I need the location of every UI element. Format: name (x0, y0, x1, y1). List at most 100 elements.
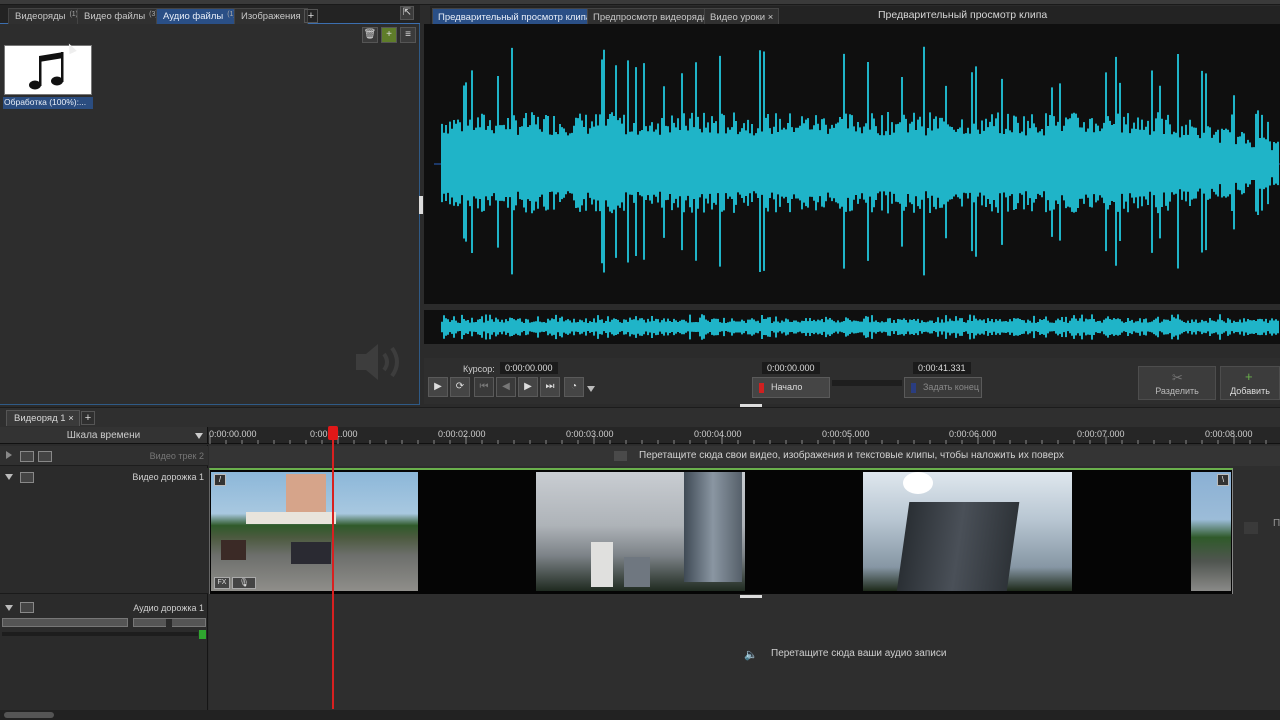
speaker-icon[interactable] (20, 602, 34, 613)
tab-label: Видео файлы (84, 11, 146, 22)
video-clip-street[interactable]: / FX 🎙 (211, 472, 418, 591)
waveform-path (441, 46, 1279, 276)
list-view-icon[interactable]: ≡ (400, 27, 416, 43)
tab-label: Изображения (241, 11, 301, 22)
loop-button[interactable]: ⟳ (450, 377, 470, 397)
video-track-name: Видео дорожка 1 (132, 472, 204, 482)
level-meter (2, 632, 198, 636)
tab-storyboards[interactable]: Видеоряды (1) (8, 8, 86, 24)
cursor-time-field[interactable]: 0:00:00.000 (500, 362, 558, 374)
group-icon[interactable] (38, 451, 52, 462)
start-time-field[interactable]: 0:00:00.000 (762, 362, 820, 374)
level-indicator (199, 630, 206, 639)
audio-track-header: Аудио дорожка 1 (0, 598, 208, 720)
media-tabs-bar: Видеоряды (1) Видео файлы (3) Аудио файлы(… (0, 5, 420, 24)
tab-video-lessons[interactable]: Видео уроки × (704, 8, 780, 24)
audio-hint: Перетащите сюда ваши аудио записи (771, 648, 947, 659)
ruler-label: 0:00:07.000 (1077, 429, 1125, 439)
clip-motorbike (291, 542, 331, 564)
expand-icon[interactable] (6, 451, 12, 459)
ruler-label: 0:00:02.000 (438, 429, 486, 439)
edit-icon[interactable]: \ (1217, 474, 1229, 486)
eye-icon[interactable] (20, 451, 34, 462)
splitter-handle[interactable] (419, 196, 423, 214)
tab-images[interactable]: Изображения (234, 8, 308, 24)
add-icon: + (1245, 369, 1253, 384)
add-storyboard-button[interactable]: + (81, 411, 95, 425)
balance-thumb[interactable] (166, 619, 172, 627)
close-icon[interactable]: × (68, 413, 74, 424)
tab-label: Видео уроки (710, 12, 766, 23)
waveform-mini-path (441, 314, 1279, 340)
collapse-icon[interactable] (5, 474, 13, 480)
overlay-hint: Перетащите сюда свои видео, изображения … (639, 450, 1064, 461)
tab-storyboard-preview[interactable]: Предпросмотр видеоряда (587, 8, 714, 24)
mark-start-button[interactable]: Начало (752, 377, 830, 398)
speed-icon[interactable]: ◔ (564, 377, 584, 397)
video-clip-partial[interactable]: \ (1191, 472, 1231, 591)
next-frame-button[interactable]: ▶ (518, 377, 538, 397)
chevron-down-icon[interactable] (587, 386, 595, 392)
ruler-label: 0:00:03.000 (566, 429, 614, 439)
scrollbar-thumb[interactable] (4, 712, 54, 718)
playhead-handle[interactable] (328, 426, 338, 440)
collapse-icon[interactable] (5, 605, 13, 611)
tab-label: Аудио файлы (163, 11, 224, 22)
timescale-select[interactable]: Шкала времени (0, 427, 208, 444)
set-end-button[interactable]: Задать конец (904, 377, 982, 398)
tab-storyboard-1[interactable]: Видеоряд 1 × (6, 410, 80, 426)
volume-slider[interactable] (2, 618, 128, 627)
add-tab-button[interactable]: + (304, 9, 318, 23)
play-button[interactable]: ▶ (428, 377, 448, 397)
video-clip-hotel[interactable] (863, 472, 1072, 591)
video-clip-towers[interactable] (536, 472, 745, 591)
ruler-label: 0:00:04.000 (694, 429, 742, 439)
clip-tower (624, 557, 650, 587)
right-cut-label: П (1273, 518, 1280, 529)
horizontal-scrollbar[interactable] (0, 710, 1280, 720)
preview-tabs-bar: Предварительный просмотр клипа Предпросм… (430, 6, 1280, 24)
trash-icon[interactable]: 🗑 (362, 27, 378, 43)
clip-fountain (246, 512, 336, 524)
add-folder-icon[interactable]: + (381, 27, 397, 43)
ruler-label: 0:00:05.000 (822, 429, 870, 439)
fx-button[interactable]: FX (214, 577, 230, 589)
timescale-label: Шкала времени (66, 430, 141, 441)
end-time-field[interactable]: 0:00:41.331 (913, 362, 971, 374)
close-icon[interactable]: × (768, 12, 774, 23)
audio-file-thumbnail[interactable] (4, 45, 92, 95)
eye-icon[interactable] (20, 472, 34, 483)
ruler-label: 0:00:00.000 (209, 429, 257, 439)
clip-building (896, 502, 1020, 591)
skip-start-button[interactable]: ⏮ (474, 377, 494, 397)
add-button[interactable]: + Добавить (1220, 366, 1280, 400)
end-marker-icon (911, 383, 916, 393)
clip-motorbike (221, 540, 246, 560)
undock-icon[interactable]: ⇱ (400, 6, 414, 20)
tab-audio-files[interactable]: Аудио файлы (1) (156, 8, 243, 24)
waveform-overview[interactable] (424, 310, 1280, 344)
scissors-icon: ✂ (1172, 370, 1183, 385)
overlay-drop-zone[interactable]: Перетащите сюда свои видео, изображения … (209, 446, 1280, 466)
waveform-display[interactable] (424, 24, 1280, 304)
cursor-label: Курсор: (463, 364, 495, 374)
edit-icon[interactable]: / (214, 474, 226, 486)
tab-clip-preview[interactable]: Предварительный просмотр клипа (432, 8, 598, 24)
waveform-mini (441, 314, 1279, 340)
mic-icon[interactable]: 🎙 (232, 577, 256, 589)
media-item-label: Обработка (100%):... (3, 97, 93, 109)
tab-video-files[interactable]: Видео файлы (3) (77, 8, 165, 24)
audio-drop-zone[interactable]: 🔈 Перетащите сюда ваши аудио записи (210, 598, 1280, 708)
video-track-header: Видео дорожка 1 (0, 468, 208, 594)
overlay-icon (614, 451, 627, 461)
split-button[interactable]: ✂ Разделить (1138, 366, 1216, 400)
speaker-icon (356, 344, 399, 380)
split-label: Разделить (1155, 386, 1199, 396)
ruler-label: 0:00:06.000 (949, 429, 997, 439)
camera-icon (1244, 522, 1258, 534)
prev-frame-button[interactable]: ◀ (496, 377, 516, 397)
clip-sun (903, 472, 933, 494)
skip-end-button[interactable]: ⏭ (540, 377, 560, 397)
start-button-label: Начало (771, 382, 803, 392)
playhead-line[interactable] (332, 435, 334, 709)
